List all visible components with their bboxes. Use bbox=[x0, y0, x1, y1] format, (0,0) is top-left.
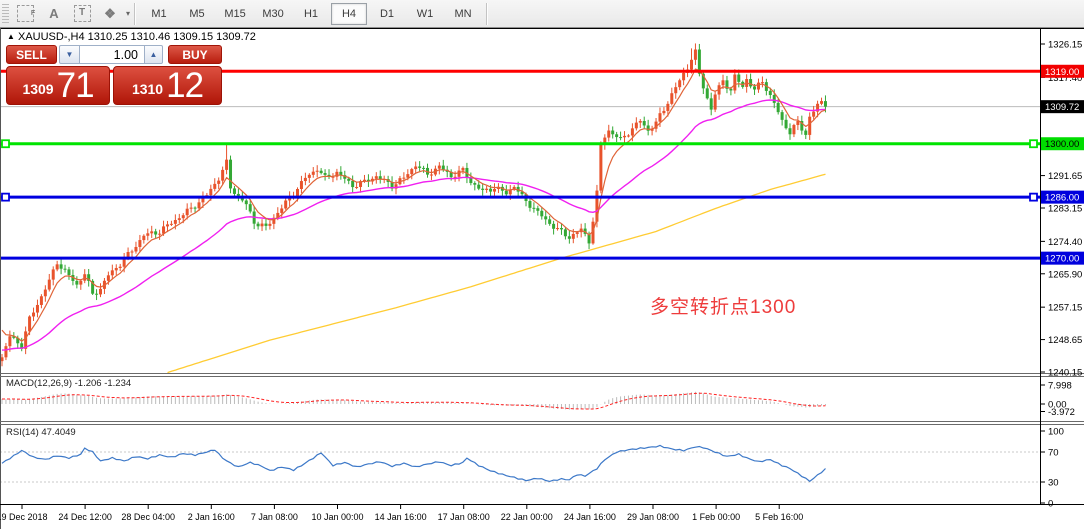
down-arrow-icon: ▼ bbox=[66, 50, 74, 59]
sell-button[interactable]: SELL bbox=[6, 45, 57, 64]
svg-text:2 Jan 16:00: 2 Jan 16:00 bbox=[188, 512, 235, 522]
timeframe-button-m15[interactable]: M15 bbox=[217, 3, 253, 25]
buy-price-box[interactable]: 1310 12 bbox=[113, 66, 222, 105]
sell-price-pips: 71 bbox=[57, 69, 94, 102]
svg-text:1248.65: 1248.65 bbox=[1048, 335, 1082, 346]
svg-text:5 Feb 16:00: 5 Feb 16:00 bbox=[755, 512, 803, 522]
svg-text:1309.72: 1309.72 bbox=[1045, 102, 1079, 113]
svg-text:14 Jan 16:00: 14 Jan 16:00 bbox=[375, 512, 427, 522]
buy-button[interactable]: BUY bbox=[168, 45, 222, 64]
svg-text:1240.15: 1240.15 bbox=[1048, 367, 1082, 378]
mt4-terminal-window: FAT❖ ▾ M1M5M15M30H1H4D1W1MN 1326.151317.… bbox=[0, 0, 1084, 529]
up-arrow-icon: ▲ bbox=[150, 50, 158, 59]
svg-text:1291.65: 1291.65 bbox=[1048, 171, 1082, 182]
svg-text:1265.90: 1265.90 bbox=[1048, 269, 1082, 280]
timeframe-button-h1[interactable]: H1 bbox=[293, 3, 329, 25]
timeframe-button-d1[interactable]: D1 bbox=[369, 3, 405, 25]
text-label-icon[interactable]: T bbox=[69, 2, 95, 25]
chart-window: 1326.151317.401291.651283.151274.401265.… bbox=[0, 28, 1084, 529]
sell-price-box[interactable]: 1309 71 bbox=[6, 66, 110, 105]
volume-increase-button[interactable]: ▲ bbox=[144, 45, 163, 64]
svg-text:1257.15: 1257.15 bbox=[1048, 303, 1082, 314]
buy-price-main: 1310 bbox=[132, 81, 163, 97]
line-handle[interactable] bbox=[1030, 194, 1037, 201]
timeframe-buttons: M1M5M15M30H1H4D1W1MN bbox=[140, 3, 482, 25]
line-handle[interactable] bbox=[2, 140, 9, 147]
timeframe-button-m30[interactable]: M30 bbox=[255, 3, 291, 25]
svg-text:1326.15: 1326.15 bbox=[1048, 40, 1082, 51]
svg-text:1319.00: 1319.00 bbox=[1045, 67, 1079, 78]
svg-text:19 Dec 2018: 19 Dec 2018 bbox=[0, 512, 48, 522]
toolbar: FAT ❖ ▾ M1M5M15M30H1H4D1W1MN bbox=[0, 0, 1084, 28]
indicators-icon[interactable]: ❖ bbox=[97, 2, 123, 25]
timeframe-button-m1[interactable]: M1 bbox=[141, 3, 177, 25]
toolbar-separator bbox=[134, 3, 136, 25]
svg-text:22 Jan 00:00: 22 Jan 00:00 bbox=[501, 512, 553, 522]
one-click-trading-widget: SELL ▼ ▲ BUY 1309 71 1310 12 bbox=[6, 45, 222, 105]
svg-text:1274.40: 1274.40 bbox=[1048, 237, 1082, 248]
svg-text:29 Jan 08:00: 29 Jan 08:00 bbox=[627, 512, 679, 522]
toolbar-grip[interactable] bbox=[2, 4, 9, 24]
svg-text:7.998: 7.998 bbox=[1048, 381, 1072, 392]
sell-price-main: 1309 bbox=[22, 81, 53, 97]
svg-text:70: 70 bbox=[1048, 448, 1059, 459]
timeframe-button-h4[interactable]: H4 bbox=[331, 3, 367, 25]
auto-trading-icon[interactable]: F bbox=[13, 2, 39, 25]
toolbar-separator bbox=[486, 3, 488, 25]
volume-input[interactable] bbox=[80, 45, 144, 64]
line-handle[interactable] bbox=[1030, 140, 1037, 147]
volume-decrease-button[interactable]: ▼ bbox=[59, 45, 80, 64]
svg-text:1283.15: 1283.15 bbox=[1048, 203, 1082, 214]
toolbar-icons: FAT ❖ bbox=[12, 2, 124, 25]
svg-text:24 Jan 16:00: 24 Jan 16:00 bbox=[564, 512, 616, 522]
svg-text:-3.972: -3.972 bbox=[1048, 407, 1075, 418]
svg-text:28 Dec 04:00: 28 Dec 04:00 bbox=[121, 512, 175, 522]
text-label-icon: T bbox=[74, 5, 91, 22]
svg-text:17 Jan 08:00: 17 Jan 08:00 bbox=[438, 512, 490, 522]
svg-text:1 Feb 00:00: 1 Feb 00:00 bbox=[692, 512, 740, 522]
timeframe-button-m5[interactable]: M5 bbox=[179, 3, 215, 25]
insert-text-icon[interactable]: A bbox=[41, 2, 67, 25]
timeframe-button-w1[interactable]: W1 bbox=[407, 3, 443, 25]
svg-text:7 Jan 08:00: 7 Jan 08:00 bbox=[251, 512, 298, 522]
svg-text:24 Dec 12:00: 24 Dec 12:00 bbox=[58, 512, 112, 522]
svg-text:30: 30 bbox=[1048, 478, 1059, 489]
svg-text:10 Jan 00:00: 10 Jan 00:00 bbox=[311, 512, 363, 522]
svg-text:1270.00: 1270.00 bbox=[1045, 254, 1079, 265]
timeframe-button-mn[interactable]: MN bbox=[445, 3, 481, 25]
buy-price-pips: 12 bbox=[166, 69, 203, 102]
chevron-down-icon[interactable]: ▾ bbox=[126, 9, 130, 18]
svg-text:0: 0 bbox=[1048, 499, 1053, 510]
svg-text:1300.00: 1300.00 bbox=[1045, 139, 1079, 150]
line-handle[interactable] bbox=[2, 194, 9, 201]
svg-text:100: 100 bbox=[1048, 427, 1064, 438]
svg-text:1286.00: 1286.00 bbox=[1045, 193, 1079, 204]
